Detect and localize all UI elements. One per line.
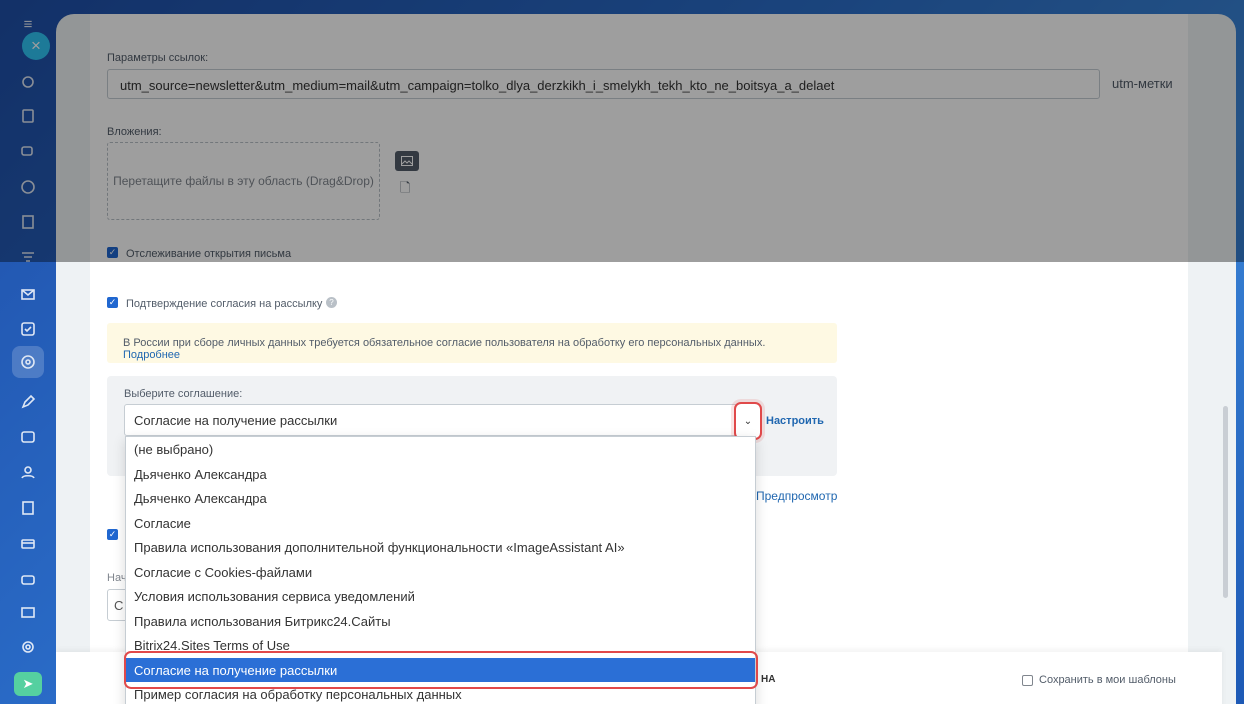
agreement-select-label: Выберите соглашение:: [124, 388, 243, 400]
sync-icon[interactable]: [16, 70, 40, 94]
dropdown-option[interactable]: Дьяченко Александра: [126, 462, 755, 487]
close-icon[interactable]: ×: [22, 32, 50, 60]
file-icon[interactable]: [16, 496, 40, 520]
bottom-fragment: НА: [761, 674, 776, 685]
dropdown-option[interactable]: Пример согласия на обработку персональны…: [126, 682, 755, 704]
help-icon[interactable]: ?: [326, 297, 337, 308]
chat-icon[interactable]: [16, 140, 40, 164]
partial-checkbox[interactable]: ✓: [107, 529, 118, 540]
tracking-checkbox[interactable]: ✓: [107, 247, 118, 258]
dropdown-option[interactable]: Bitrix24.Sites Terms of Use: [126, 633, 755, 658]
pen-icon[interactable]: [16, 390, 40, 414]
documents-icon[interactable]: [16, 210, 40, 234]
dropdown-option[interactable]: Согласие: [126, 511, 755, 536]
links-params-label: Параметры ссылок:: [107, 52, 209, 64]
save-template-label: Сохранить в мои шаблоны: [1039, 674, 1176, 686]
setup-link[interactable]: Настроить: [766, 415, 824, 427]
crm-icon[interactable]: [16, 175, 40, 199]
consent-label: Подтверждение согласия на рассылку: [126, 298, 323, 310]
scrollbar[interactable]: [1223, 406, 1228, 598]
partial-label: Нач: [107, 572, 127, 584]
file-attach-icon[interactable]: 🗋: [400, 179, 410, 201]
mail-icon[interactable]: [16, 282, 40, 306]
bot-icon[interactable]: [16, 567, 40, 591]
card-icon[interactable]: [16, 532, 40, 556]
settings-icon[interactable]: [16, 635, 40, 659]
consent-notice: В России при сборе личных данных требует…: [107, 323, 837, 363]
slider-panel: Параметры ссылок: utm_source=newsletter&…: [56, 14, 1236, 704]
dropdown-option[interactable]: Условия использования сервиса уведомлени…: [126, 584, 755, 609]
notice-more-link[interactable]: Подробнее: [123, 349, 180, 361]
attachments-label: Вложения:: [107, 126, 162, 138]
rocket-icon[interactable]: ➤: [14, 672, 42, 696]
left-rail: ≡ × ➤: [0, 0, 56, 704]
utm-tags-link[interactable]: utm-метки: [1112, 76, 1173, 91]
agreement-dropdown: (не выбрано) Дьяченко Александра Дьяченк…: [125, 436, 756, 704]
marketing-icon[interactable]: [12, 346, 44, 378]
attachments-dropzone[interactable]: Перетащите файлы в эту область (Drag&Dro…: [107, 142, 380, 220]
chevron-down-icon[interactable]: ⌄: [734, 402, 762, 440]
save-template-option[interactable]: Сохранить в мои шаблоны: [1022, 674, 1176, 686]
tracking-label: Отслеживание открытия письма: [126, 248, 292, 260]
save-template-checkbox[interactable]: [1022, 674, 1033, 686]
preview-link[interactable]: Предпросмотр: [756, 489, 837, 503]
dropdown-option[interactable]: Дьяченко Александра: [126, 486, 755, 511]
contact-center-icon[interactable]: [16, 425, 40, 449]
checklist-icon[interactable]: [16, 317, 40, 341]
dropdown-option[interactable]: (не выбрано): [126, 437, 755, 462]
dropdown-option-selected[interactable]: Согласие на получение рассылки: [126, 657, 755, 682]
calendar-icon[interactable]: [16, 600, 40, 624]
dropdown-option[interactable]: Правила использования дополнительной фун…: [126, 535, 755, 560]
agreement-select[interactable]: Согласие на получение рассылки: [124, 404, 756, 436]
dropdown-option[interactable]: Правила использования Битрикс24.Сайты: [126, 609, 755, 634]
filter-icon[interactable]: [16, 245, 40, 269]
dropdown-option[interactable]: Согласие с Cookies-файлами: [126, 560, 755, 585]
users-icon[interactable]: [16, 460, 40, 484]
notice-text: В России при сборе личных данных требует…: [123, 337, 766, 349]
dropzone-text: Перетащите файлы в эту область (Drag&Dro…: [113, 174, 374, 188]
utm-params-input[interactable]: utm_source=newsletter&utm_medium=mail&ut…: [107, 69, 1100, 99]
image-icon[interactable]: [395, 151, 419, 171]
tasks-icon[interactable]: [16, 104, 40, 128]
consent-checkbox[interactable]: ✓: [107, 297, 118, 308]
